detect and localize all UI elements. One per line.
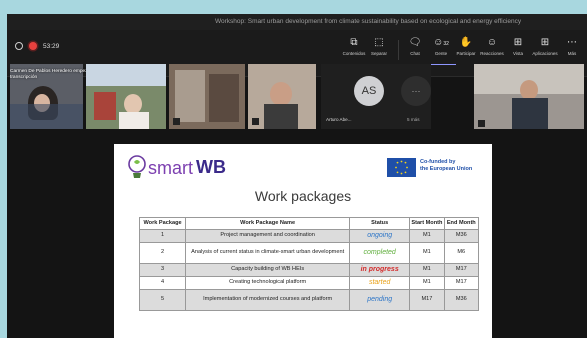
title-bar: Workshop: Smart urban development from c… <box>7 14 587 30</box>
column-header: Work Package <box>138 217 187 230</box>
status-label: in progress <box>360 265 399 273</box>
table-row: 4 Creating technological platform started M… <box>138 275 480 290</box>
column-header: Start Month <box>409 217 445 230</box>
wp-name: Implementation of modernized courses and… <box>185 288 351 311</box>
wp-number: 5 <box>138 288 187 311</box>
status-label: pending <box>367 295 393 303</box>
wp-end: M36 <box>443 228 480 243</box>
table-row: 3 Capacity building of WB HEIs in progress… <box>138 262 480 277</box>
work-packages-table: Work Package Work Package Name Status St… <box>138 217 480 311</box>
separate-button[interactable]: ⬚ Separar <box>364 36 394 56</box>
wp-name: Creating technological platform <box>185 275 351 290</box>
security-icon[interactable] <box>15 42 23 50</box>
recording-icon <box>29 42 37 50</box>
wp-start: M17 <box>409 288 445 311</box>
table-row: 2 Analysis of current status in climate-s… <box>138 241 480 264</box>
participant-tile[interactable] <box>474 64 584 129</box>
meeting-timer: 53:29 <box>43 42 60 50</box>
table-row: 5 Implementation of modernized courses an… <box>138 288 480 311</box>
wp-number: 4 <box>138 275 187 290</box>
column-header: Status <box>349 217 411 230</box>
separate-icon: ⬚ <box>374 37 384 48</box>
wp-number: 3 <box>138 262 187 277</box>
wp-number: 1 <box>138 228 187 243</box>
participant-name: Arturo Abe... <box>326 117 352 122</box>
more-participants-avatar[interactable]: ··· <box>401 76 431 106</box>
wp-start: M1 <box>409 241 445 264</box>
participant-tile[interactable] <box>248 64 316 129</box>
wp-name: Analysis of current status in climate-sm… <box>185 241 351 264</box>
participant-tile[interactable]: AS Arturo Abe... ··· 5 más <box>321 64 431 129</box>
wp-name: Project management and coordination <box>185 228 351 243</box>
smartwb-logo: smart WB <box>126 152 236 184</box>
wp-number: 2 <box>138 241 187 264</box>
slide-title: Work packages <box>254 188 352 204</box>
more-button[interactable]: ⋯ Más <box>557 36 587 56</box>
wp-status: pending <box>349 288 411 311</box>
shared-slide: smart WB Co-funded by the European Union <box>114 144 492 338</box>
eu-cofunded-logo: Co-funded by the European Union <box>387 158 487 178</box>
status-label: completed <box>363 248 396 256</box>
participant-tile[interactable] <box>86 64 166 129</box>
status-label: ongoing <box>367 231 393 239</box>
wp-name: Capacity building of WB HEIs <box>185 262 351 277</box>
wp-start: M1 <box>409 228 445 243</box>
teams-window: Workshop: Smart urban development from c… <box>7 14 587 338</box>
wp-end: M17 <box>443 262 480 277</box>
wp-start: M1 <box>409 262 445 277</box>
column-header: Work Package Name <box>185 217 351 230</box>
wp-status: in progress <box>349 262 411 277</box>
wp-end: M17 <box>443 275 480 290</box>
apps-icon: ⊞ <box>540 37 550 48</box>
window-title: Workshop: Smart urban development from c… <box>215 18 522 25</box>
avatar: AS <box>354 76 384 106</box>
more-participants-label: 5 más <box>407 117 420 122</box>
participant-tile[interactable] <box>169 64 245 129</box>
wp-status: completed <box>349 241 411 264</box>
more-icon: ⋯ <box>567 37 577 48</box>
column-header: End Month <box>443 217 480 230</box>
wp-start: M1 <box>409 275 445 290</box>
wp-end: M36 <box>443 288 480 311</box>
wp-end: M6 <box>443 241 480 264</box>
view-icon: ⊞ <box>513 37 523 48</box>
view-button[interactable]: ⊞ Vista <box>503 36 533 56</box>
wp-status: started <box>349 275 411 290</box>
table-row: 1 Project management and coordination ongo… <box>138 228 480 243</box>
wp-status: ongoing <box>349 228 411 243</box>
apps-button[interactable]: ⊞ Aplicaciones <box>530 36 560 56</box>
status-label: started <box>368 278 391 286</box>
